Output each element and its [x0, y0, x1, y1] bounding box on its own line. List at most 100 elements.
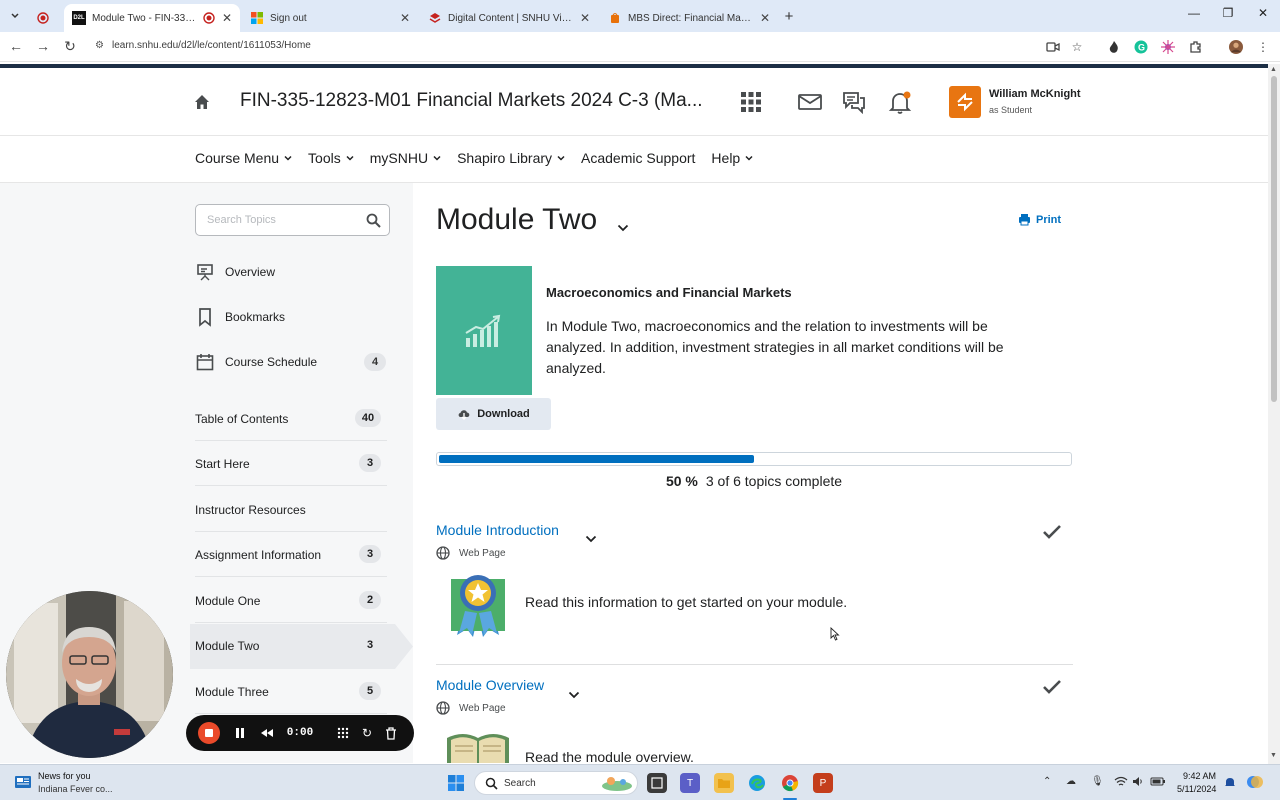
chevron-down-icon[interactable]: [585, 534, 597, 544]
wifi-icon[interactable]: [1114, 776, 1128, 790]
file-explorer-icon[interactable]: [714, 773, 734, 793]
close-tab-icon[interactable]: ✕: [400, 11, 410, 25]
camera-icon[interactable]: [1046, 40, 1060, 54]
forward-icon[interactable]: →: [34, 38, 52, 54]
site-settings-icon[interactable]: ⚙: [95, 40, 104, 51]
page-scrollbar[interactable]: ▲ ▼: [1268, 64, 1280, 764]
pause-icon[interactable]: [232, 723, 248, 743]
back-icon[interactable]: ←: [7, 38, 25, 54]
user-avatar[interactable]: [949, 86, 981, 118]
tab-recorder[interactable]: [28, 4, 64, 32]
toc-item-assignment-information[interactable]: Assignment Information 3: [195, 532, 387, 577]
scroll-down-icon[interactable]: ▼: [1270, 752, 1277, 759]
tab-mbs-direct[interactable]: MBS Direct: Financial Markets a ✕: [600, 4, 778, 32]
tab-search-chevron-icon[interactable]: [5, 6, 25, 26]
news-subtitle[interactable]: Indiana Fever co...: [38, 784, 113, 794]
url-field[interactable]: learn.snhu.edu/d2l/le/content/1611053/Ho…: [112, 40, 311, 51]
tray-overflow-icon[interactable]: ⌃: [1043, 776, 1051, 787]
new-tab-icon[interactable]: +: [779, 6, 799, 26]
close-tab-icon[interactable]: ✕: [760, 11, 770, 25]
minimize-icon[interactable]: —: [1184, 6, 1204, 20]
stop-recording-button[interactable]: [198, 722, 220, 744]
topic-link-module-overview[interactable]: Module Overview: [436, 677, 544, 693]
nav-help[interactable]: Help: [711, 150, 753, 166]
close-tab-icon[interactable]: ✕: [222, 11, 232, 25]
toc-item-table-of-contents[interactable]: Table of Contents 40: [195, 396, 387, 441]
grammarly-icon[interactable]: G: [1134, 40, 1148, 54]
close-window-icon[interactable]: ✕: [1253, 6, 1273, 20]
toc-item-module-one[interactable]: Module One 2: [195, 578, 387, 623]
toc-item-module-two[interactable]: Module Two 3: [195, 623, 387, 668]
sidebar-item-overview[interactable]: Overview: [195, 262, 275, 282]
browser-menu-icon[interactable]: ⋮: [1256, 40, 1270, 54]
search-icon: [485, 777, 498, 790]
taskbar-search-label: Search: [504, 778, 536, 789]
tab-sign-out[interactable]: Sign out ✕: [242, 4, 418, 32]
taskbar-app-dark[interactable]: [647, 773, 667, 793]
volume-icon[interactable]: [1132, 776, 1144, 790]
microphone-icon[interactable]: 🎙: [1091, 776, 1104, 787]
notification-center-icon[interactable]: [1224, 776, 1236, 791]
teams-icon[interactable]: T: [680, 773, 700, 793]
toc-item-module-three[interactable]: Module Three 5: [195, 669, 387, 714]
search-topics-input[interactable]: Search Topics: [195, 204, 390, 236]
toc-item-instructor-resources[interactable]: Instructor Resources: [195, 487, 387, 532]
news-widget-icon[interactable]: [14, 774, 32, 790]
toc-label: Start Here: [195, 457, 250, 471]
nav-mysnhu[interactable]: mySNHU: [370, 150, 441, 166]
bookmark-star-icon[interactable]: ☆: [1070, 40, 1084, 54]
extensions-puzzle-icon[interactable]: [1189, 40, 1203, 54]
tab-module-two[interactable]: D2L Module Two - FIN-335-128 ✕: [64, 4, 240, 32]
mail-icon[interactable]: [797, 90, 823, 114]
print-button[interactable]: Print: [1018, 213, 1061, 226]
restart-icon[interactable]: ↻: [359, 723, 375, 743]
download-button[interactable]: Download: [436, 398, 551, 430]
sidebar-item-course-schedule[interactable]: Course Schedule: [195, 352, 317, 372]
sidebar-item-bookmarks[interactable]: Bookmarks: [195, 307, 285, 327]
taskbar-time[interactable]: 9:42 AM: [1183, 771, 1216, 781]
count-badge: 4: [364, 353, 386, 371]
nav-shapiro-library[interactable]: Shapiro Library: [457, 150, 565, 166]
completed-check-icon: [1043, 680, 1061, 694]
windows-start-icon[interactable]: [447, 774, 465, 792]
nav-label: Academic Support: [581, 150, 696, 166]
notifications-bell-icon[interactable]: [887, 90, 913, 114]
extension-flame-icon[interactable]: [1107, 40, 1121, 54]
restore-icon[interactable]: ❐: [1218, 6, 1238, 20]
taskbar-date[interactable]: 5/11/2024: [1177, 784, 1216, 794]
chevron-down-icon[interactable]: [617, 223, 629, 233]
home-icon[interactable]: [193, 93, 211, 111]
news-title[interactable]: News for you: [38, 771, 91, 781]
drag-handle-icon[interactable]: [335, 723, 351, 743]
course-selector-grid-icon[interactable]: [739, 90, 765, 114]
extension-burst-icon[interactable]: [1161, 40, 1175, 54]
profile-avatar-icon[interactable]: [1229, 40, 1243, 54]
chrome-icon[interactable]: [780, 773, 800, 793]
nav-tools[interactable]: Tools: [308, 150, 354, 166]
search-placeholder: Search Topics: [207, 214, 276, 226]
course-title[interactable]: FIN-335-12823-M01 Financial Markets 2024…: [240, 90, 703, 112]
scrollbar-thumb[interactable]: [1271, 76, 1277, 402]
rewind-icon[interactable]: [258, 723, 276, 743]
delete-icon[interactable]: [383, 723, 399, 743]
count-badge: 40: [355, 409, 381, 427]
powerpoint-icon[interactable]: P: [813, 773, 833, 793]
onedrive-icon[interactable]: ☁: [1066, 776, 1076, 787]
topic-description: Read this information to get started on …: [525, 594, 848, 610]
tab-vitalsource[interactable]: Digital Content | SNHU Vital So ✕: [420, 4, 598, 32]
nav-academic-support[interactable]: Academic Support: [581, 150, 695, 166]
copilot-icon[interactable]: [1246, 773, 1264, 794]
battery-icon[interactable]: [1150, 776, 1166, 790]
user-name[interactable]: William McKnight: [989, 88, 1081, 100]
scroll-up-icon[interactable]: ▲: [1270, 66, 1277, 73]
brand-bar: [0, 64, 1268, 68]
reload-icon[interactable]: ↻: [61, 38, 79, 55]
topic-link-module-introduction[interactable]: Module Introduction: [436, 522, 559, 538]
edge-icon[interactable]: [747, 773, 767, 793]
chevron-down-icon[interactable]: [568, 690, 580, 700]
taskbar-search-input[interactable]: Search: [474, 771, 638, 795]
nav-course-menu[interactable]: Course Menu: [195, 150, 292, 166]
close-tab-icon[interactable]: ✕: [580, 11, 590, 25]
search-icon[interactable]: [366, 213, 381, 228]
discussions-icon[interactable]: [841, 90, 867, 115]
